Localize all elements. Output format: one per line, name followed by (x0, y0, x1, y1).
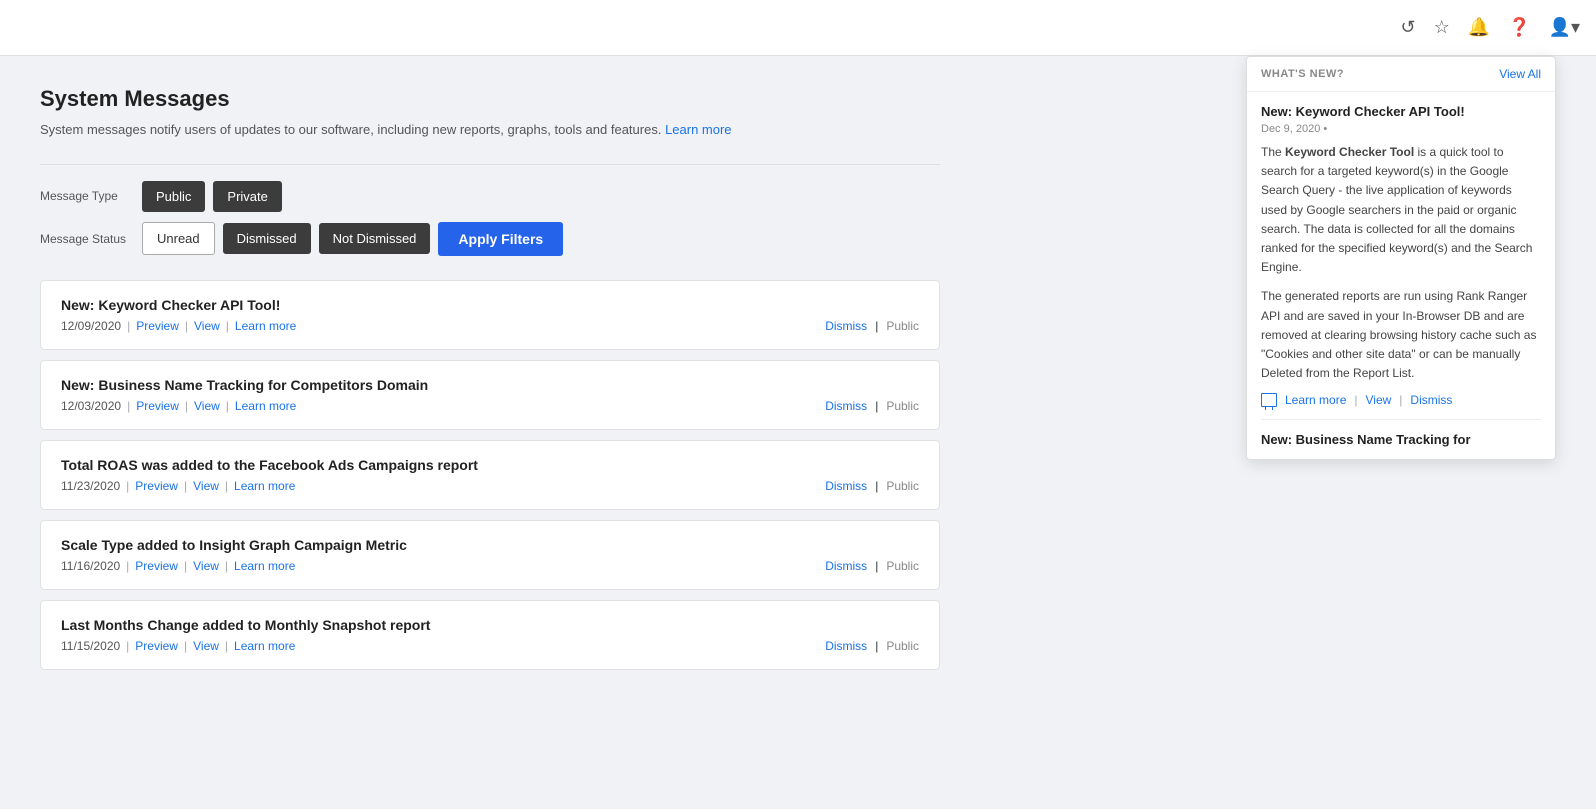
message-meta-right-4: Dismiss | Public (825, 559, 919, 573)
message-preview-link-2[interactable]: Preview (136, 399, 179, 413)
message-meta-1: 12/09/2020 | Preview | View | Learn more… (61, 319, 919, 333)
message-view-link-2[interactable]: View (194, 399, 220, 413)
message-badge-1: Public (886, 319, 919, 333)
filter-not-dismissed-button[interactable]: Not Dismissed (319, 223, 431, 254)
message-date-2: 12/03/2020 (61, 399, 121, 413)
message-meta-right-1: Dismiss | Public (825, 319, 919, 333)
header-divider (40, 164, 940, 165)
filter-public-button[interactable]: Public (142, 181, 205, 212)
page-learn-more-link[interactable]: Learn more (665, 122, 731, 137)
message-preview-link-3[interactable]: Preview (135, 479, 178, 493)
filter-section: Message Type Public Private Message Stat… (40, 181, 940, 256)
whats-new-item-title-2: New: Business Name Tracking for (1261, 432, 1541, 447)
page-subtitle-text: System messages notify users of updates … (40, 122, 661, 137)
whats-new-desc-1: The Keyword Checker Tool is a quick tool… (1261, 143, 1541, 277)
message-view-link-5[interactable]: View (193, 639, 219, 653)
message-meta-5: 11/15/2020 | Preview | View | Learn more… (61, 639, 919, 653)
star-icon[interactable]: ☆ (1434, 17, 1450, 38)
undo-icon[interactable]: ↺ (1400, 17, 1415, 38)
filter-dismissed-button[interactable]: Dismissed (223, 223, 311, 254)
filter-status-group: Message Status Unread Dismissed Not Dism… (40, 222, 940, 256)
filter-private-button[interactable]: Private (213, 181, 281, 212)
topbar: ↺ ☆ 🔔 ❓ 👤▾ (0, 0, 1596, 56)
message-meta-left-4: 11/16/2020 | Preview | View | Learn more (61, 559, 295, 573)
message-learn-more-link-4[interactable]: Learn more (234, 559, 295, 573)
view-all-link[interactable]: View All (1499, 67, 1541, 81)
filter-unread-button[interactable]: Unread (142, 222, 215, 255)
message-title-4: Scale Type added to Insight Graph Campai… (61, 537, 919, 553)
message-preview-link-1[interactable]: Preview (136, 319, 179, 333)
message-card-4: Scale Type added to Insight Graph Campai… (40, 520, 940, 590)
message-badge-2: Public (886, 399, 919, 413)
whats-new-date-1: Dec 9, 2020 • (1261, 123, 1541, 135)
message-title-1: New: Keyword Checker API Tool! (61, 297, 919, 313)
message-dismiss-link-3[interactable]: Dismiss (825, 479, 867, 493)
whats-new-body: New: Keyword Checker API Tool! Dec 9, 20… (1247, 92, 1555, 459)
message-title-2: New: Business Name Tracking for Competit… (61, 377, 919, 393)
message-meta-right-2: Dismiss | Public (825, 399, 919, 413)
main-container: System Messages System messages notify u… (0, 56, 1596, 700)
message-card-5: Last Months Change added to Monthly Snap… (40, 600, 940, 670)
message-badge-4: Public (886, 559, 919, 573)
message-title-3: Total ROAS was added to the Facebook Ads… (61, 457, 919, 473)
message-view-link-3[interactable]: View (193, 479, 219, 493)
message-badge-5: Public (886, 639, 919, 653)
message-meta-left-3: 11/23/2020 | Preview | View | Learn more (61, 479, 295, 493)
topbar-icons: ↺ ☆ 🔔 ❓ 👤▾ (1400, 17, 1580, 38)
message-learn-more-link-3[interactable]: Learn more (234, 479, 295, 493)
apply-filters-button[interactable]: Apply Filters (438, 222, 563, 256)
message-card-2: New: Business Name Tracking for Competit… (40, 360, 940, 430)
message-learn-more-link-5[interactable]: Learn more (234, 639, 295, 653)
whats-new-header: WHAT'S NEW? View All (1247, 57, 1555, 92)
message-type-label: Message Type (40, 189, 130, 203)
message-date-1: 12/09/2020 (61, 319, 121, 333)
page-header: System Messages System messages notify u… (40, 86, 940, 140)
user-icon[interactable]: 👤▾ (1549, 17, 1580, 38)
bell-icon[interactable]: 🔔 (1468, 17, 1490, 38)
message-date-5: 11/15/2020 (61, 639, 120, 653)
message-meta-3: 11/23/2020 | Preview | View | Learn more… (61, 479, 919, 493)
whats-new-title: WHAT'S NEW? (1261, 68, 1344, 80)
message-dismiss-link-1[interactable]: Dismiss (825, 319, 867, 333)
message-meta-2: 12/03/2020 | Preview | View | Learn more… (61, 399, 919, 413)
message-card-3: Total ROAS was added to the Facebook Ads… (40, 440, 940, 510)
message-view-link-1[interactable]: View (194, 319, 220, 333)
message-learn-more-link-2[interactable]: Learn more (235, 399, 296, 413)
whats-new-learn-more-link-1[interactable]: Learn more (1285, 393, 1346, 407)
page-subtitle: System messages notify users of updates … (40, 120, 940, 140)
message-dismiss-link-4[interactable]: Dismiss (825, 559, 867, 573)
message-preview-link-5[interactable]: Preview (135, 639, 178, 653)
message-meta-right-5: Dismiss | Public (825, 639, 919, 653)
whats-new-item-title-1: New: Keyword Checker API Tool! (1261, 104, 1541, 119)
message-meta-left-2: 12/03/2020 | Preview | View | Learn more (61, 399, 296, 413)
message-title-5: Last Months Change added to Monthly Snap… (61, 617, 919, 633)
whats-new-view-link-1[interactable]: View (1366, 393, 1392, 407)
help-icon[interactable]: ❓ (1508, 17, 1530, 38)
message-dismiss-link-5[interactable]: Dismiss (825, 639, 867, 653)
message-badge-3: Public (886, 479, 919, 493)
message-meta-4: 11/16/2020 | Preview | View | Learn more… (61, 559, 919, 573)
message-date-3: 11/23/2020 (61, 479, 120, 493)
message-meta-left-5: 11/15/2020 | Preview | View | Learn more (61, 639, 295, 653)
message-learn-more-link-1[interactable]: Learn more (235, 319, 296, 333)
message-meta-right-3: Dismiss | Public (825, 479, 919, 493)
message-view-link-4[interactable]: View (193, 559, 219, 573)
filter-type-group: Message Type Public Private (40, 181, 940, 212)
monitor-icon (1261, 393, 1277, 407)
message-status-label: Message Status (40, 232, 130, 246)
whats-new-dismiss-link-1[interactable]: Dismiss (1410, 393, 1452, 407)
page-title: System Messages (40, 86, 940, 112)
whats-new-desc-1b: The generated reports are run using Rank… (1261, 287, 1541, 383)
message-date-4: 11/16/2020 (61, 559, 120, 573)
whats-new-panel: WHAT'S NEW? View All New: Keyword Checke… (1246, 56, 1556, 460)
messages-list: New: Keyword Checker API Tool! 12/09/202… (40, 280, 940, 670)
whats-new-actions-1: Learn more | View | Dismiss (1261, 393, 1541, 420)
message-card-1: New: Keyword Checker API Tool! 12/09/202… (40, 280, 940, 350)
message-preview-link-4[interactable]: Preview (135, 559, 178, 573)
content-area: System Messages System messages notify u… (40, 86, 940, 670)
message-meta-left-1: 12/09/2020 | Preview | View | Learn more (61, 319, 296, 333)
message-dismiss-link-2[interactable]: Dismiss (825, 399, 867, 413)
